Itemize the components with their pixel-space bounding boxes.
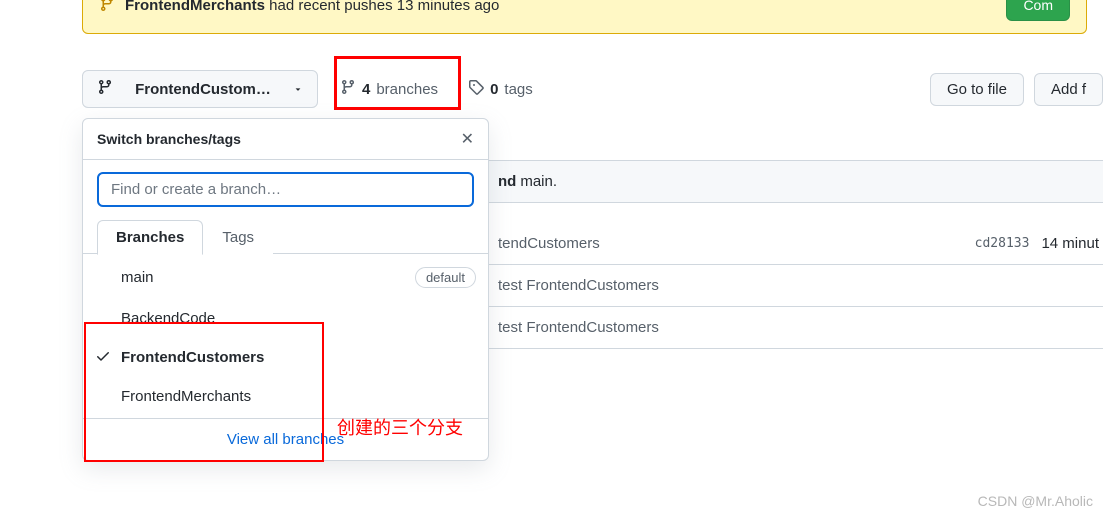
file-row[interactable]: test FrontendCustomers bbox=[488, 307, 1103, 349]
file-row[interactable]: test FrontendCustomers bbox=[488, 265, 1103, 307]
file-list-partial: nd main. tendCustomers cd28133 14 minut … bbox=[488, 160, 1103, 349]
check-icon bbox=[95, 348, 111, 368]
branch-item-main[interactable]: main default bbox=[83, 256, 488, 299]
branch-list: main default BackendCode FrontendCustome… bbox=[83, 254, 488, 418]
branch-search-input[interactable] bbox=[97, 172, 474, 207]
branch-item-frontendcustomers[interactable]: FrontendCustomers bbox=[83, 338, 488, 377]
annotation-text: 创建的三个分支 bbox=[337, 414, 463, 440]
branches-link[interactable]: 4 branches bbox=[332, 73, 446, 105]
tag-icon bbox=[468, 79, 484, 99]
watermark: CSDN @Mr.Aholic bbox=[978, 493, 1093, 509]
branch-icon bbox=[340, 79, 356, 99]
branch-item-frontendmerchants[interactable]: FrontendMerchants bbox=[83, 377, 488, 416]
tab-tags[interactable]: Tags bbox=[203, 220, 273, 255]
go-to-file-button[interactable]: Go to file bbox=[930, 73, 1024, 106]
dropdown-tabs: Branches Tags bbox=[83, 219, 488, 254]
branch-select-label: FrontendCustom… bbox=[119, 81, 287, 98]
commit-time: 14 minut bbox=[1041, 235, 1099, 252]
branch-item-backendcode[interactable]: BackendCode bbox=[83, 299, 488, 338]
commit-hash[interactable]: cd28133 bbox=[975, 236, 1030, 251]
recent-push-notification: FrontendMerchants had recent pushes 13 m… bbox=[82, 0, 1087, 34]
branch-icon bbox=[99, 0, 115, 15]
add-file-button[interactable]: Add f bbox=[1034, 73, 1103, 106]
dropdown-title: Switch branches/tags bbox=[97, 131, 241, 147]
commit-summary-row: nd main. bbox=[488, 160, 1103, 203]
caret-down-icon bbox=[293, 81, 303, 98]
right-buttons: Go to file Add f bbox=[930, 73, 1103, 106]
branch-select-button[interactable]: FrontendCustom… bbox=[82, 70, 318, 108]
close-icon[interactable]: ✕ bbox=[461, 129, 474, 149]
branch-icon bbox=[97, 79, 113, 99]
compare-pr-button[interactable]: Com bbox=[1006, 0, 1070, 21]
repo-toolbar: FrontendCustom… 4 branches 0 tags Go to … bbox=[0, 70, 1103, 108]
branch-dropdown: Switch branches/tags ✕ Branches Tags mai… bbox=[82, 118, 489, 461]
tags-link[interactable]: 0 tags bbox=[460, 73, 541, 105]
dropdown-header: Switch branches/tags ✕ bbox=[83, 119, 488, 160]
commit-row: tendCustomers cd28133 14 minut bbox=[488, 223, 1103, 265]
tab-branches[interactable]: Branches bbox=[97, 220, 203, 255]
notification-text: FrontendMerchants had recent pushes 13 m… bbox=[125, 0, 499, 14]
default-badge: default bbox=[415, 267, 476, 288]
